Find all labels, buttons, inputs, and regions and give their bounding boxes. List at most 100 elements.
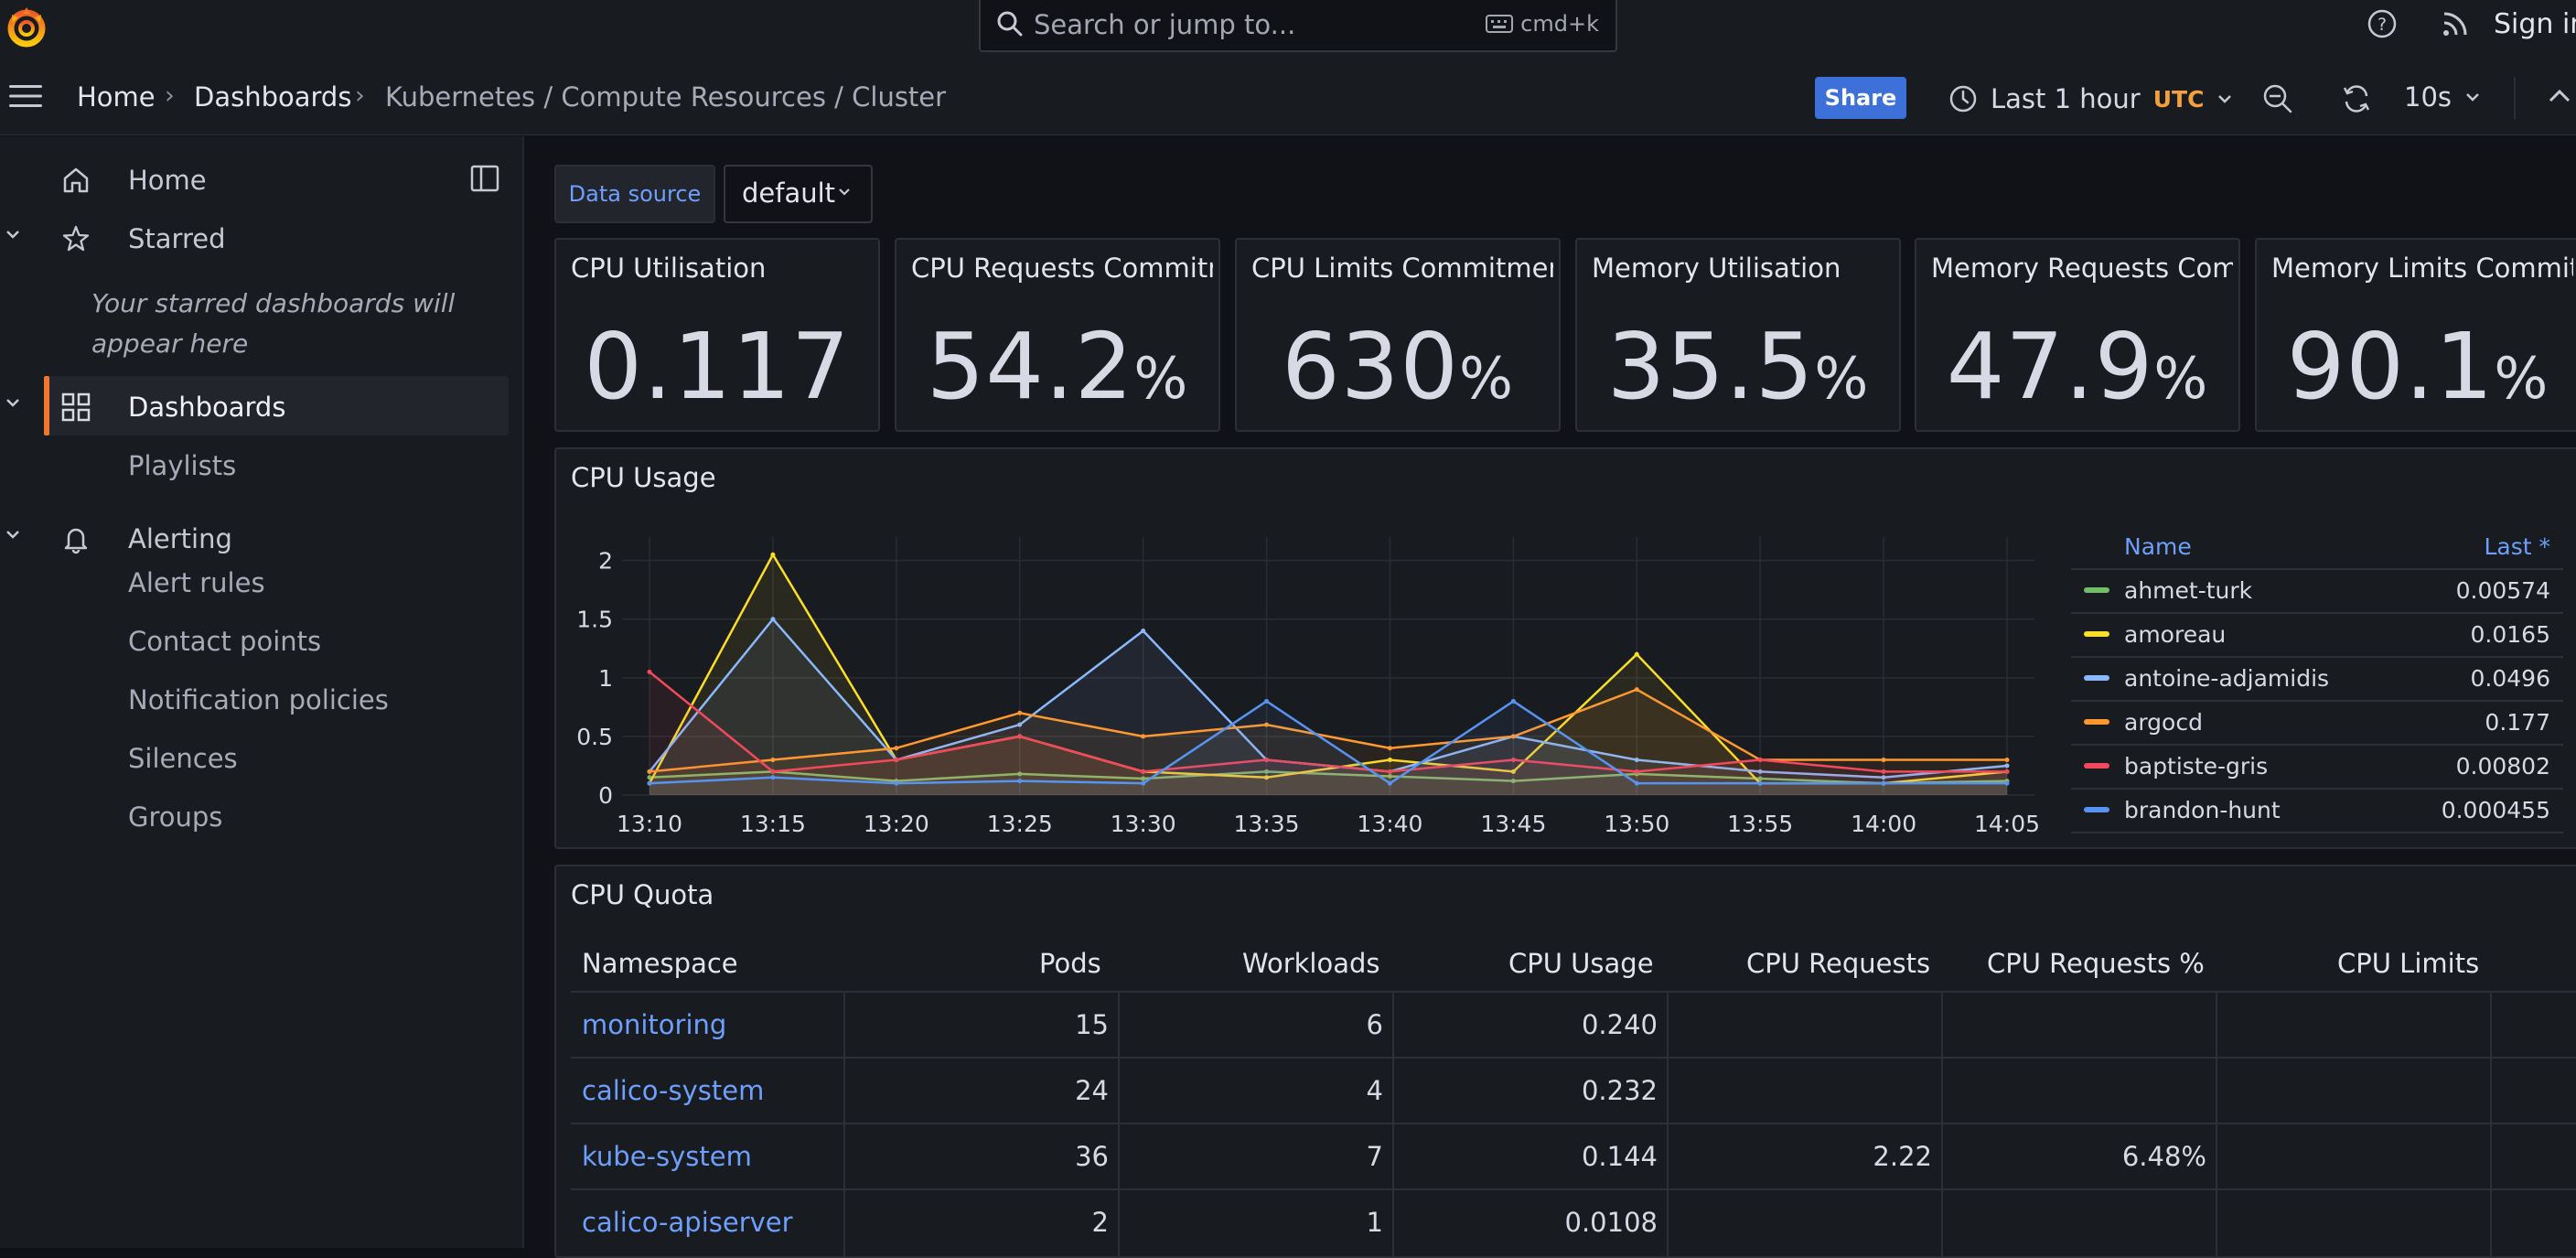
- search-input[interactable]: Search or jump to... cmd+k: [979, 0, 1617, 52]
- datasource-variable-label: Data source: [554, 165, 715, 223]
- stat-panel-cpu-requests-commitment[interactable]: CPU Requests Commitment 54.2%: [895, 238, 1220, 432]
- menu-toggle-icon[interactable]: [7, 84, 44, 108]
- table-row[interactable]: calico-system 24 4 0.232: [571, 1057, 2576, 1124]
- namespace-link[interactable]: kube-system: [582, 1141, 752, 1172]
- data-point: [770, 758, 776, 763]
- svg-text:?: ?: [2377, 15, 2387, 35]
- data-point: [1017, 734, 1023, 739]
- sidebar-item-dashboards[interactable]: Dashboards: [0, 379, 524, 435]
- workloads-cell: 6: [1366, 1009, 1383, 1040]
- stat-number: 35.5: [1606, 313, 1815, 420]
- legend-row[interactable]: antoine-adjamidis 0.0496: [2071, 658, 2563, 702]
- cpu-usage-panel[interactable]: CPU Usage 0 0.5 1 1.5 2 13:10 13:15 13:20 13:25 1…: [554, 447, 2576, 849]
- x-tick-label: 13:40: [1357, 811, 1422, 837]
- legend-name: baptiste-gris: [2124, 753, 2269, 780]
- legend-swatch: [2084, 675, 2109, 681]
- sidebar-item-notification-policies[interactable]: Notification policies: [128, 684, 389, 715]
- breadcrumb-home[interactable]: Home: [77, 81, 156, 113]
- chevron-down-icon[interactable]: [4, 527, 22, 542]
- sidebar-item-alert-rules[interactable]: Alert rules: [128, 567, 265, 598]
- star-icon: [60, 223, 91, 254]
- legend-row[interactable]: baptiste-gris 0.00802: [2071, 746, 2563, 790]
- column-header-workloads[interactable]: Workloads: [1242, 948, 1380, 979]
- cpu-usage-chart[interactable]: 0 0.5 1 1.5 2 13:10 13:15 13:20 13:25 13:30 13:35 1…: [556, 449, 2056, 848]
- stat-number: 90.1: [2286, 313, 2495, 420]
- table-row[interactable]: kube-system 36 7 0.144 2.22 6.48%: [571, 1123, 2576, 1190]
- column-divider: [2216, 1059, 2217, 1124]
- sidebar-item-groups[interactable]: Groups: [128, 801, 222, 833]
- y-tick-label: 1.5: [576, 607, 613, 633]
- datasource-select[interactable]: default: [724, 165, 873, 223]
- column-divider: [1667, 1124, 1669, 1190]
- cpu-requests-pct-cell: 6.48%: [2121, 1141, 2206, 1172]
- data-point: [1881, 769, 1886, 774]
- breadcrumb-separator: ›: [355, 81, 365, 110]
- news-feed-icon[interactable]: [2439, 7, 2472, 40]
- chevron-down-icon[interactable]: [4, 227, 22, 242]
- stat-number: 630: [1282, 313, 1459, 420]
- table-row[interactable]: monitoring 15 6 0.240: [571, 991, 2576, 1059]
- column-header-cpu-requests-pct[interactable]: CPU Requests %: [1987, 948, 2205, 979]
- sidebar-item-label: Starred: [128, 223, 226, 254]
- sidebar-item-home[interactable]: Home: [0, 152, 524, 209]
- stat-number: 0.117: [584, 313, 851, 420]
- column-divider: [1667, 1190, 1669, 1256]
- zoom-out-icon[interactable]: [2261, 82, 2294, 115]
- column-divider: [2490, 1124, 2492, 1190]
- column-header-cpu-limits[interactable]: CPU Limits: [2337, 948, 2479, 979]
- column-header-cpu-usage[interactable]: CPU Usage: [1508, 948, 1654, 979]
- breadcrumb-separator: ›: [165, 81, 175, 110]
- column-divider: [1667, 993, 1669, 1059]
- legend-name: brandon-hunt: [2124, 797, 2281, 823]
- sidebar-item-contact-points[interactable]: Contact points: [128, 626, 321, 657]
- x-tick-label: 13:30: [1111, 811, 1176, 837]
- legend-row[interactable]: brandon-hunt 0.000455: [2071, 790, 2563, 833]
- namespace-link[interactable]: calico-system: [582, 1075, 764, 1106]
- time-range-picker[interactable]: Last 1 hour UTC: [1948, 79, 2233, 119]
- column-divider: [1941, 1059, 1943, 1124]
- stat-unit: %: [1133, 345, 1189, 412]
- stat-number: 47.9: [1946, 313, 2154, 420]
- x-tick-label: 13:25: [987, 811, 1053, 837]
- sign-in-link[interactable]: Sign in: [2494, 8, 2576, 40]
- legend-row[interactable]: argocd 0.177: [2071, 702, 2563, 746]
- stat-panel-cpu-limits-commitment[interactable]: CPU Limits Commitment 630%: [1235, 238, 1561, 432]
- chevron-down-icon[interactable]: [4, 395, 22, 410]
- legend-header-name[interactable]: Name: [2124, 533, 2192, 560]
- data-point: [894, 758, 899, 763]
- sidebar-item-label: Home: [128, 165, 207, 196]
- data-point: [1141, 780, 1146, 786]
- table-row[interactable]: calico-apiserver 2 1 0.0108: [571, 1188, 2576, 1256]
- stat-panel-memory-requests-commitment[interactable]: Memory Requests Commitment 47.9%: [1915, 238, 2240, 432]
- column-header-cpu-requests[interactable]: CPU Requests: [1746, 948, 1930, 979]
- namespace-link[interactable]: calico-apiserver: [582, 1207, 793, 1238]
- collapse-chevron-up-icon[interactable]: [2547, 88, 2572, 104]
- pods-cell: 24: [1075, 1075, 1109, 1106]
- workloads-cell: 7: [1366, 1141, 1383, 1172]
- legend-row[interactable]: ahmet-turk 0.00574: [2071, 570, 2563, 614]
- stat-panel-memory-limits-commitment[interactable]: Memory Limits Commitment 90.1%: [2255, 238, 2576, 432]
- stat-panel-cpu-utilisation[interactable]: CPU Utilisation 0.117: [554, 238, 880, 432]
- stat-panel-memory-utilisation[interactable]: Memory Utilisation 35.5%: [1575, 238, 1901, 432]
- column-header-pods[interactable]: Pods: [1039, 948, 1101, 979]
- chart-legend: Name Last * ahmet-turk 0.00574 amoreau 0.0…: [2071, 526, 2565, 837]
- data-point: [1387, 769, 1392, 774]
- sidebar-item-alerting[interactable]: Alerting: [0, 511, 524, 567]
- legend-swatch: [2084, 631, 2109, 637]
- refresh-interval-picker[interactable]: 10s: [2404, 81, 2481, 113]
- legend-row[interactable]: amoreau 0.0165: [2071, 614, 2563, 658]
- sidebar-item-starred[interactable]: Starred: [0, 210, 524, 267]
- help-icon[interactable]: ?: [2366, 7, 2399, 40]
- namespace-link[interactable]: monitoring: [582, 1009, 726, 1040]
- legend-swatch: [2084, 807, 2109, 812]
- refresh-icon[interactable]: [2340, 82, 2373, 115]
- share-button[interactable]: Share: [1815, 77, 1906, 119]
- x-tick-label: 14:05: [1974, 811, 2040, 837]
- breadcrumb-dashboards[interactable]: Dashboards: [194, 81, 351, 113]
- column-header-namespace[interactable]: Namespace: [582, 948, 738, 979]
- legend-header-last[interactable]: Last *: [2484, 533, 2550, 560]
- sidebar-item-silences[interactable]: Silences: [128, 743, 238, 774]
- cpu-usage-cell: 0.144: [1581, 1141, 1658, 1172]
- grafana-logo-icon[interactable]: [5, 4, 48, 49]
- sidebar-item-playlists[interactable]: Playlists: [128, 450, 236, 481]
